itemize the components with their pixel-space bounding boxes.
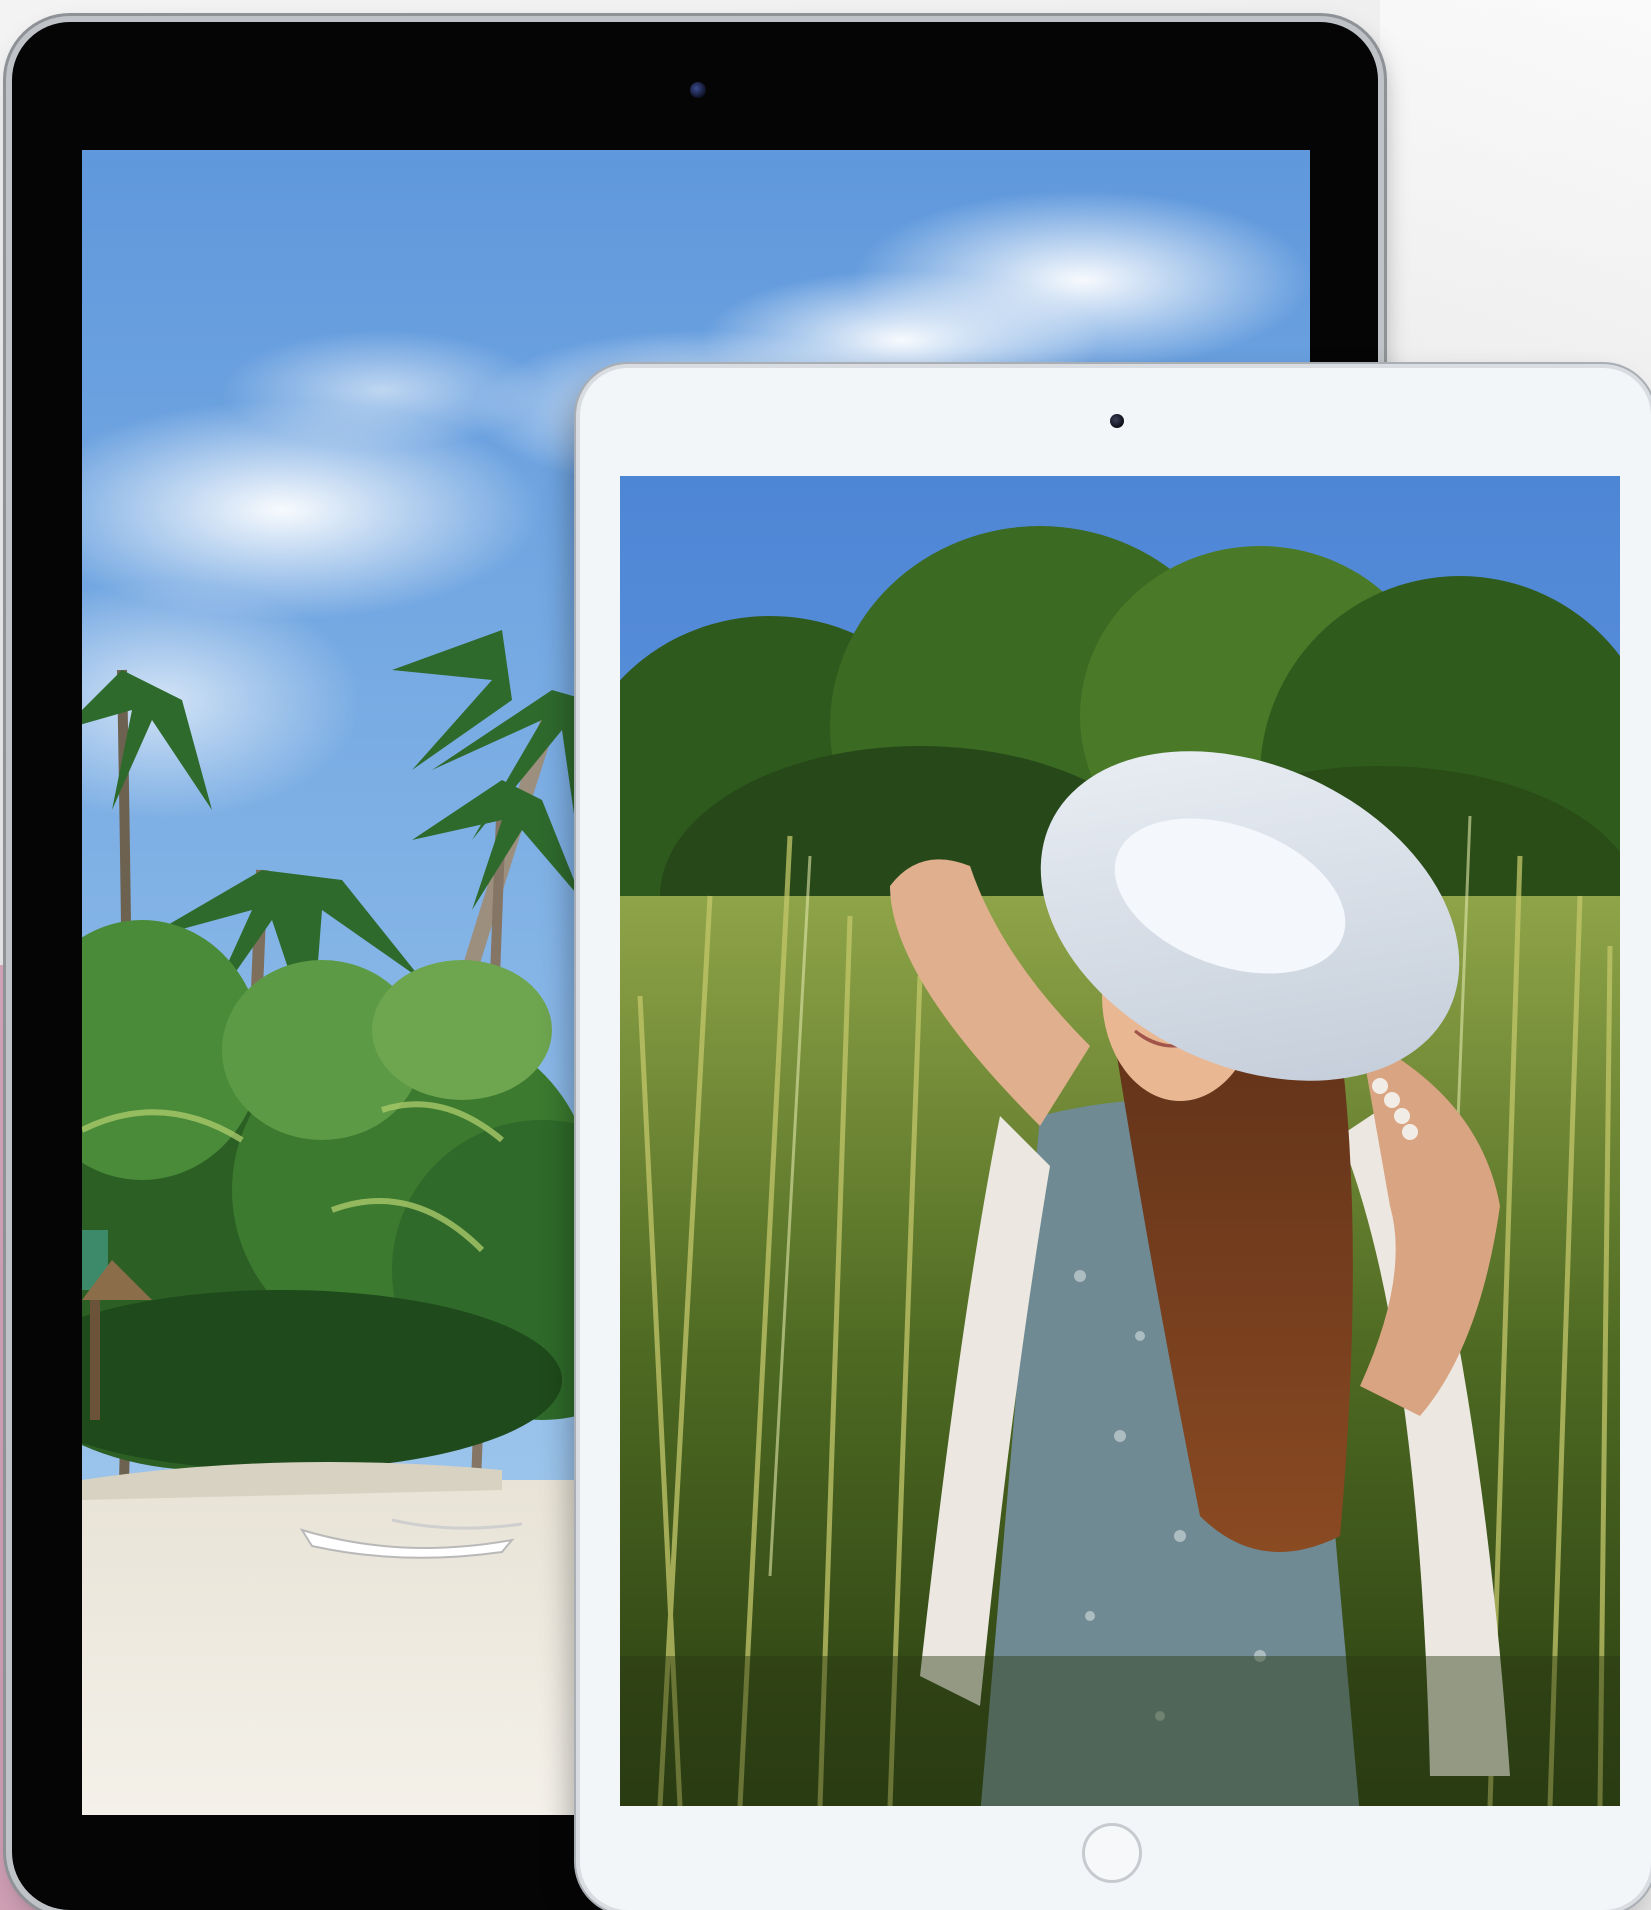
woman-in-grass-photo [620,476,1620,1806]
ipad-device [580,368,1651,1910]
front-camera-icon [1110,414,1124,428]
front-camera-icon [690,82,706,98]
home-button[interactable] [1082,1823,1142,1883]
portrait-scene-svg [620,476,1620,1806]
